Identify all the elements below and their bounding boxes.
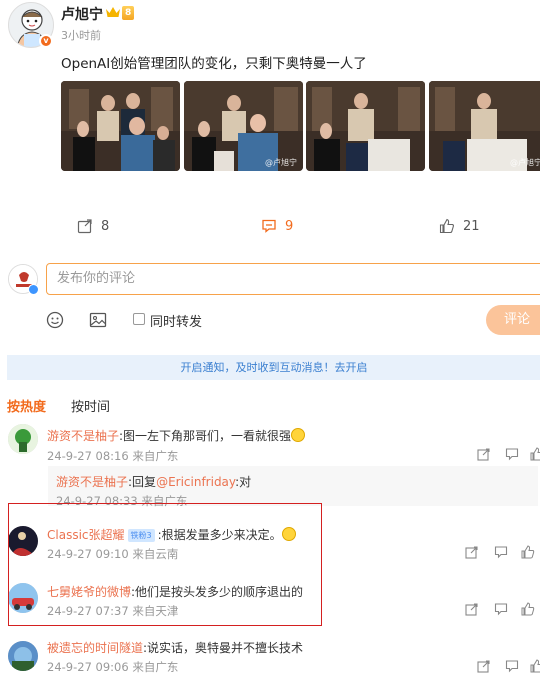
comment-icon[interactable] [505, 447, 521, 463]
repost-icon[interactable] [465, 602, 481, 618]
highlight-annotation-box [8, 503, 322, 626]
post-photo-1[interactable] [61, 81, 180, 171]
crown-icon [105, 5, 121, 19]
comment-body: :说实话，奥特曼并不擅长技术 [143, 641, 304, 655]
commenter-name[interactable]: 被遗忘的时间隧道 [47, 641, 143, 655]
reply-prefix: :回复 [128, 475, 157, 489]
repost-icon[interactable] [477, 447, 493, 463]
repost-icon[interactable] [465, 545, 481, 561]
submit-comment-button[interactable]: 评论 [486, 305, 540, 335]
verified-badge-icon: v [39, 34, 53, 48]
comment-icon [262, 219, 276, 233]
comment-meta: 24-9-27 09:06 来自广东 [47, 660, 179, 674]
thumbs-up-icon[interactable] [530, 447, 540, 463]
repost-count: 8 [101, 218, 110, 234]
like-button[interactable]: 21 [439, 216, 480, 236]
repost-button[interactable]: 8 [77, 216, 109, 236]
vip-level-badge: 8 [122, 6, 135, 20]
tab-sort-hot[interactable]: 按热度 [7, 396, 46, 415]
commenter-avatar[interactable] [8, 641, 38, 671]
comment-text: 被遗忘的时间隧道:说实话，奥特曼并不擅长技术 [47, 639, 303, 656]
image-icon[interactable] [89, 311, 109, 331]
emoji-icon [291, 428, 306, 442]
repost-icon [77, 219, 92, 234]
commenter-avatar[interactable] [8, 424, 38, 454]
thumbs-up-icon[interactable] [530, 659, 540, 675]
notification-banner[interactable]: 开启通知，及时收到互动消息！去开启 [7, 355, 540, 380]
thumbs-up-icon[interactable] [521, 545, 537, 561]
post-photo-4[interactable]: @卢旭宁 [429, 81, 540, 171]
comment-input[interactable]: 发布你的评论 [46, 263, 540, 295]
repost-checkbox[interactable] [133, 313, 145, 325]
comment-button[interactable]: 9 [261, 216, 293, 236]
reply-text: 游资不是柚子:回复@Ericinfriday:对 [56, 473, 251, 490]
repost-icon[interactable] [477, 659, 493, 675]
thumbs-up-icon [439, 218, 454, 234]
commenter-name[interactable]: 游资不是柚子 [47, 429, 119, 443]
post-text: OpenAI创始管理团队的变化，只剩下奥特曼一人了 [61, 56, 367, 72]
like-count: 21 [463, 218, 480, 234]
comment-meta: 24-9-27 08:16 来自广东 [47, 449, 179, 463]
comment-text: 游资不是柚子:图一左下角那哥们，一看就很强 [47, 427, 306, 444]
reply-body: :对 [235, 475, 252, 489]
photo-watermark: @卢旭宁 [265, 158, 297, 167]
post-photo-2[interactable]: @卢旭宁 [184, 81, 303, 171]
my-verified-icon [28, 284, 39, 295]
comment-body: :图一左下角那哥们，一看就很强 [119, 429, 292, 443]
comment-icon[interactable] [494, 545, 510, 561]
emoji-icon[interactable] [46, 311, 66, 331]
comment-count: 9 [285, 218, 294, 234]
comment-icon[interactable] [494, 602, 510, 618]
comment-icon[interactable] [505, 659, 521, 675]
reply-author-name[interactable]: 游资不是柚子 [56, 475, 128, 489]
tab-sort-time[interactable]: 按时间 [71, 396, 110, 415]
repost-checkbox-label[interactable]: 同时转发 [150, 311, 202, 330]
post-photo-3[interactable] [306, 81, 425, 171]
thumbs-up-icon[interactable] [521, 602, 537, 618]
post-time[interactable]: 3小时前 [61, 27, 101, 43]
photo-watermark: @卢旭宁 [510, 158, 540, 167]
author-name[interactable]: 卢旭宁 [61, 4, 103, 24]
mention-link[interactable]: @Ericinfriday [156, 475, 235, 489]
